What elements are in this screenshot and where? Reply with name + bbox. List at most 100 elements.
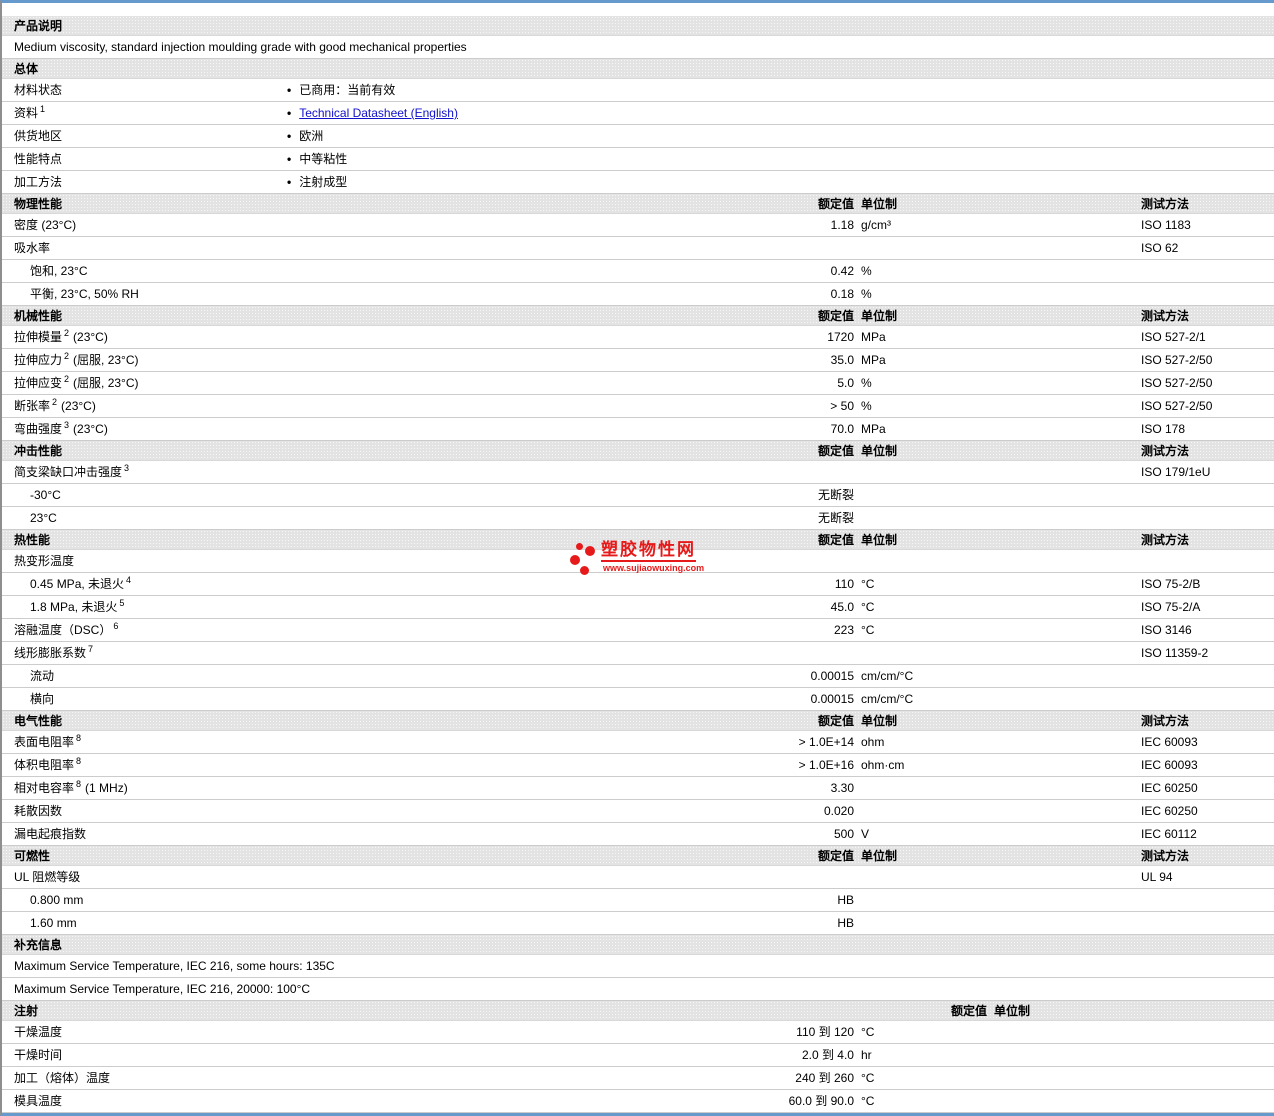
row-rated-value: HB <box>837 916 854 930</box>
row-label: 热变形温度 <box>2 550 742 572</box>
row-test-method <box>1141 912 1274 934</box>
row-test-method: IEC 60250 <box>1141 804 1198 818</box>
row-test-method: ISO 527-2/50 <box>1141 399 1213 413</box>
row-label-text: 线形膨胀系数 <box>14 646 87 660</box>
row-test-method: ISO 75-2/B <box>1141 577 1201 591</box>
row-test-method <box>1141 484 1274 506</box>
table-row: 性能特点 中等粘性 <box>2 148 1274 171</box>
section-title: 机械性能 <box>14 309 63 323</box>
row-label: 干燥温度 <box>2 1021 742 1043</box>
table-row: 简支梁缺口冲击强度 3 ISO 179/1eU <box>2 461 1274 484</box>
row-label-text: 表面电阻率 <box>14 735 75 749</box>
table-row: -30°C 无断裂 <box>2 484 1274 507</box>
row-value-text: 欧洲 <box>299 129 324 143</box>
row-label-text: -30°C <box>30 488 61 502</box>
section-title: 补充信息 <box>14 938 63 952</box>
row-label: 资料 1 <box>2 102 287 124</box>
row-unit <box>854 889 1141 911</box>
column-header-unit: 单位制 <box>861 714 898 728</box>
row-label-text: 横向 <box>30 692 55 706</box>
table-row: 供货地区 欧洲 <box>2 125 1274 148</box>
row-label-text: 23°C <box>30 511 57 525</box>
bullet-icon <box>287 175 299 189</box>
row-label-text: 耗散因数 <box>14 804 63 818</box>
row-unit: °C <box>861 600 875 614</box>
section-title: 产品说明 <box>14 19 63 33</box>
bullet-icon <box>287 152 299 166</box>
row-label-text: 弯曲强度 <box>14 422 63 436</box>
table-row: 体积电阻率 8 > 1.0E+16 ohm·cm IEC 60093 <box>2 754 1274 777</box>
footnote-ref: 3 <box>64 420 70 430</box>
footnote-ref: 6 <box>113 621 119 631</box>
section-header: 电气性能 额定值 单位制 测试方法 <box>2 711 1274 731</box>
row-rated-value: 5.0 <box>837 376 854 390</box>
section-header: 注射 额定值 单位制 <box>2 1001 1274 1021</box>
row-unit: hr <box>861 1048 872 1062</box>
section-header: 补充信息 <box>2 935 1274 955</box>
row-unit: MPa <box>861 330 886 344</box>
row-rated-value: 35.0 <box>830 353 854 367</box>
table-row: 模具温度 60.0 到 90.0 °C <box>2 1090 1274 1113</box>
row-unit: MPa <box>861 353 886 367</box>
row-label: 吸水率 <box>2 237 742 259</box>
row-unit: % <box>861 264 872 278</box>
row-label-text: 吸水率 <box>14 241 51 255</box>
row-label: 1.8 MPa, 未退火 5 <box>2 596 742 618</box>
row-test-method: ISO 3146 <box>1141 623 1192 637</box>
row-unit: % <box>861 399 872 413</box>
row-label-condition: (23°C) <box>73 422 108 436</box>
table-row: 热变形温度 <box>2 550 1274 573</box>
row-label: 相对电容率 8 (1 MHz) <box>2 777 742 799</box>
table-row: 加工（熔体）温度 240 到 260 °C <box>2 1067 1274 1090</box>
row-label-text: 1.60 mm <box>30 916 77 930</box>
row-label: 模具温度 <box>2 1090 742 1112</box>
row-rated-value <box>742 550 854 572</box>
row-test-method <box>1141 260 1274 282</box>
footnote-ref: 5 <box>119 598 125 608</box>
column-header-value: 额定值 <box>817 197 854 211</box>
row-rated-value: 240 到 260 <box>795 1071 854 1085</box>
row-value-cell: 已商用：当前有效 <box>287 79 1274 101</box>
column-header-value: 额定值 <box>817 533 854 547</box>
table-row: 1.8 MPa, 未退火 5 45.0 °C ISO 75-2/A <box>2 596 1274 619</box>
row-label: 拉伸应力 2 (屈服, 23°C) <box>2 349 742 371</box>
section-title: 冲击性能 <box>14 444 63 458</box>
section-title: 物理性能 <box>14 197 63 211</box>
table-row: 0.45 MPa, 未退火 4 110 °C ISO 75-2/B <box>2 573 1274 596</box>
row-unit: V <box>861 827 870 841</box>
row-label: 拉伸模量 2 (23°C) <box>2 326 742 348</box>
row-test-method <box>1141 1021 1274 1043</box>
section-header: 热性能 额定值 单位制 测试方法 <box>2 530 1274 550</box>
row-rated-value: 45.0 <box>830 600 854 614</box>
row-label: 线形膨胀系数 7 <box>2 642 742 664</box>
row-label: 简支梁缺口冲击强度 3 <box>2 461 742 483</box>
row-label: 加工方法 <box>2 171 287 193</box>
row-text: Maximum Service Temperature, IEC 216, 20… <box>14 982 311 996</box>
datasheet-link[interactable]: Technical Datasheet (English) <box>299 106 458 120</box>
section-header: 冲击性能 额定值 单位制 测试方法 <box>2 441 1274 461</box>
table-row: Maximum Service Temperature, IEC 216, so… <box>2 955 1274 978</box>
row-test-method <box>1141 889 1274 911</box>
row-label: 流动 <box>2 665 742 687</box>
row-test-method: ISO 179/1eU <box>1141 465 1211 479</box>
row-rated-value: 1720 <box>827 330 854 344</box>
row-label-text: 干燥温度 <box>14 1025 63 1039</box>
property-table: 产品说明 Medium viscosity, standard injection… <box>2 16 1274 1113</box>
table-row: 加工方法 注射成型 <box>2 171 1274 194</box>
row-label: 体积电阻率 8 <box>2 754 742 776</box>
column-header-method: 测试方法 <box>1141 714 1190 728</box>
row-label: 性能特点 <box>2 148 287 170</box>
column-header-unit: 单位制 <box>861 197 898 211</box>
column-header-unit: 单位制 <box>861 444 898 458</box>
row-label-condition: (1 MHz) <box>85 781 128 795</box>
row-unit <box>854 550 1141 572</box>
table-row: 干燥时间 2.0 到 4.0 hr <box>2 1044 1274 1067</box>
row-rated-value: > 1.0E+14 <box>798 735 854 749</box>
row-unit <box>854 507 1141 529</box>
row-label: 1.60 mm <box>2 912 742 934</box>
table-row: 拉伸应变 2 (屈服, 23°C) 5.0% ISO 527-2/50 <box>2 372 1274 395</box>
row-rated-value: > 50 <box>830 399 854 413</box>
datasheet-page: 产品说明 Medium viscosity, standard injection… <box>0 0 1274 1116</box>
row-label-text: 体积电阻率 <box>14 758 75 772</box>
row-rated-value <box>742 642 854 664</box>
